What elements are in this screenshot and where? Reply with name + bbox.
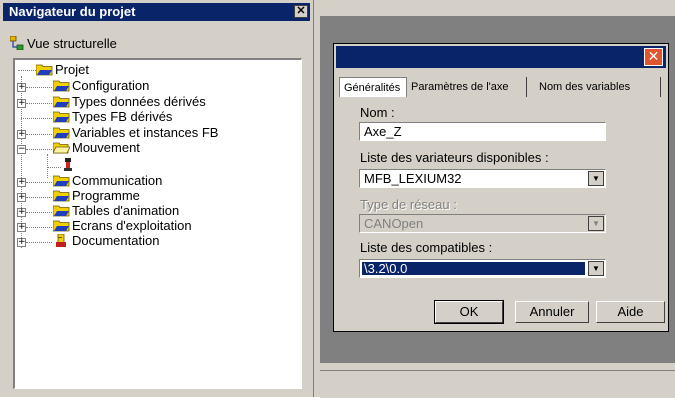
tab-nom-variables[interactable]: Nom des variables bbox=[535, 77, 661, 97]
status-bar bbox=[320, 370, 675, 398]
folder-icon bbox=[53, 220, 70, 232]
chevron-down-icon[interactable]: ▼ bbox=[588, 171, 604, 186]
ok-button[interactable]: OK bbox=[434, 300, 504, 324]
tree-item-programme[interactable]: Programme bbox=[53, 189, 140, 204]
folder-icon bbox=[53, 190, 70, 202]
tree-item-communication[interactable]: Communication bbox=[53, 174, 162, 189]
tree-item-mouvement[interactable]: Mouvement bbox=[53, 141, 140, 156]
reseau-select: CANOpen ▼ bbox=[359, 214, 606, 233]
tree-item-projet[interactable]: Projet bbox=[36, 63, 89, 78]
tree-item-tables-animation[interactable]: Tables d'animation bbox=[53, 204, 179, 219]
axis-properties-dialog: ✕ Généralités Paramètres de l'axe Nom de… bbox=[333, 43, 669, 332]
folder-icon bbox=[53, 96, 70, 108]
dialog-titlebar[interactable]: ✕ bbox=[336, 46, 666, 68]
chevron-down-icon[interactable]: ▼ bbox=[588, 261, 604, 276]
tree-item-types-fb-derives[interactable]: Types FB dérivés bbox=[53, 110, 172, 125]
project-tree[interactable]: Projet + Configuration + Types données d… bbox=[13, 58, 302, 389]
tree-item-configuration[interactable]: Configuration bbox=[53, 79, 149, 94]
folder-icon bbox=[53, 175, 70, 187]
folder-icon bbox=[53, 111, 70, 123]
tree-item-types-donnees-derives[interactable]: Types données dérivés bbox=[53, 95, 206, 110]
variateurs-select[interactable]: MFB_LEXIUM32 ▼ bbox=[359, 169, 606, 188]
tree-item-ecrans-exploitation[interactable]: Ecrans d'exploitation bbox=[53, 219, 192, 234]
generalites-panel: Nom : Axe_Z Liste des variateurs disponi… bbox=[342, 97, 660, 294]
folder-open-icon bbox=[53, 142, 70, 154]
aide-button[interactable]: Aide bbox=[596, 301, 665, 323]
structure-view-icon bbox=[10, 36, 24, 50]
tree-item-documentation[interactable]: Documentation bbox=[53, 234, 159, 249]
tab-generalites[interactable]: Généralités bbox=[339, 77, 407, 97]
navigator-title: Navigateur du projet bbox=[9, 4, 136, 19]
panel-separator[interactable] bbox=[313, 0, 314, 397]
structural-view-row[interactable]: Vue structurelle bbox=[10, 36, 117, 52]
nom-label: Nom : bbox=[360, 105, 395, 120]
reseau-label: Type de réseau : bbox=[360, 197, 457, 212]
navigator-close-icon[interactable]: ✕ bbox=[294, 5, 308, 18]
folder-icon bbox=[36, 64, 53, 76]
nom-input[interactable]: Axe_Z bbox=[359, 122, 606, 141]
structural-view-label: Vue structurelle bbox=[27, 36, 117, 51]
tree-item-variables-instances-fb[interactable]: Variables et instances FB bbox=[53, 126, 218, 141]
compatibles-label: Liste des compatibles : bbox=[360, 240, 493, 255]
compatibles-select[interactable]: \3.2\0.0 ▼ bbox=[359, 259, 606, 278]
annuler-button[interactable]: Annuler bbox=[515, 301, 589, 323]
folder-icon bbox=[53, 80, 70, 92]
folder-icon bbox=[53, 127, 70, 139]
variateurs-label: Liste des variateurs disponibles : bbox=[360, 150, 549, 165]
navigator-titlebar[interactable]: Navigateur du projet ✕ bbox=[3, 3, 310, 21]
dialog-close-icon[interactable]: ✕ bbox=[644, 48, 663, 66]
folder-icon bbox=[53, 205, 70, 217]
document-icon bbox=[56, 234, 66, 247]
axis-item-icon[interactable] bbox=[63, 158, 73, 172]
tab-parametres-axe[interactable]: Paramètres de l'axe bbox=[407, 77, 527, 97]
project-navigator-panel: Navigateur du projet ✕ Vue structurelle … bbox=[0, 0, 313, 397]
chevron-down-icon: ▼ bbox=[588, 216, 604, 231]
